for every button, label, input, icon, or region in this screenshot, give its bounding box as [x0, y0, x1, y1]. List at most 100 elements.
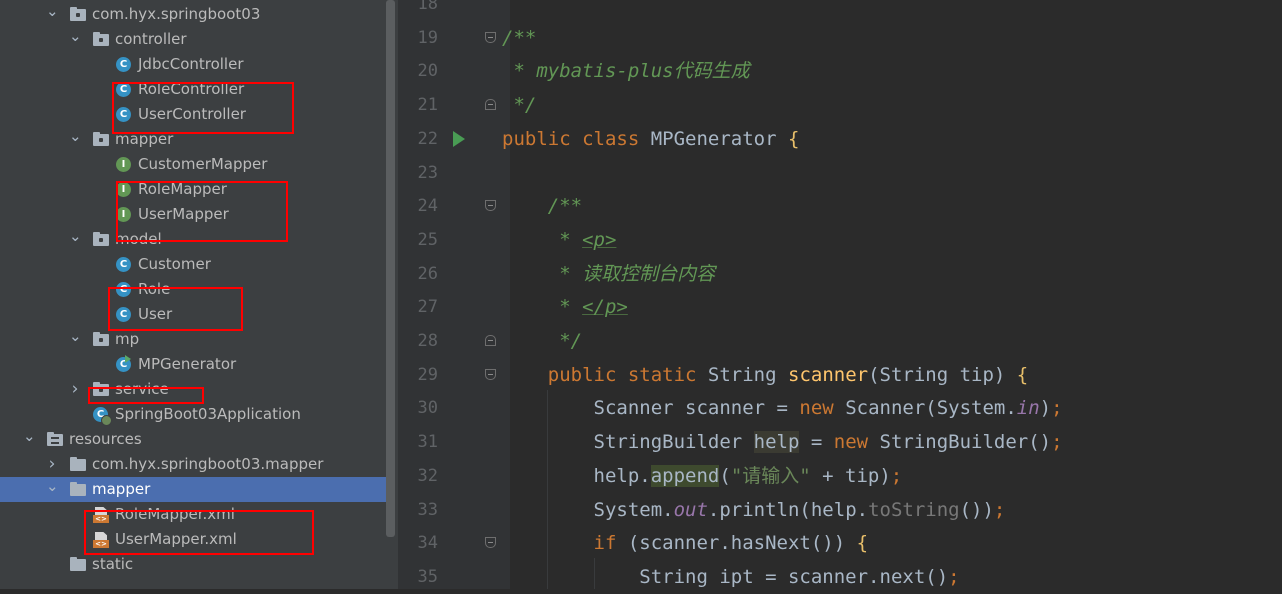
- fold-marker-icon[interactable]: [485, 335, 496, 346]
- class-icon: C: [116, 307, 131, 322]
- tree-item[interactable]: C Customer: [0, 252, 386, 277]
- line-number: 22: [417, 128, 438, 149]
- package-folder-icon: [70, 7, 86, 21]
- tree-item-label: mapper: [92, 480, 151, 498]
- class-icon: C: [116, 257, 131, 272]
- tree-item-label: static: [92, 555, 134, 573]
- tree-item[interactable]: C SpringBoot03Application: [0, 402, 386, 427]
- tree-item-label: mapper: [115, 130, 174, 148]
- indent-guide: [594, 558, 595, 589]
- project-tree[interactable]: ⌄ com.hyx.springboot03 ⌄ controller C JdbcCon…: [0, 0, 386, 589]
- tree-item[interactable]: ⌄ mapper: [0, 477, 386, 502]
- chevron-down-icon[interactable]: ⌄: [69, 127, 82, 152]
- xml-file-icon: <>: [93, 507, 109, 523]
- tree-item-label: mp: [115, 330, 140, 348]
- project-tree-scrollbar-thumb[interactable]: [386, 0, 395, 537]
- tree-item-label: model: [115, 230, 162, 248]
- tree-item[interactable]: ⌄ mp: [0, 327, 386, 352]
- code-line[interactable]: * 读取控制台内容: [502, 257, 715, 291]
- code-line[interactable]: public static String scanner(String tip)…: [502, 358, 1028, 392]
- tree-item-label: resources: [69, 430, 142, 448]
- tree-item[interactable]: C User: [0, 302, 386, 327]
- class-icon: C: [116, 282, 131, 297]
- tree-item-label: User: [138, 305, 173, 323]
- code-line[interactable]: StringBuilder help = new StringBuilder()…: [502, 425, 1063, 459]
- tree-item-label: SpringBoot03Application: [115, 405, 301, 423]
- tree-item-label: RoleController: [138, 80, 245, 98]
- fold-marker-icon[interactable]: [485, 200, 496, 212]
- class-icon: C: [116, 57, 131, 72]
- interface-icon: I: [116, 182, 131, 197]
- tree-item[interactable]: I RoleMapper: [0, 177, 386, 202]
- tree-item[interactable]: ⌄ resources: [0, 427, 386, 452]
- code-line[interactable]: * </p>: [502, 290, 628, 324]
- code-line[interactable]: public class MPGenerator {: [502, 122, 799, 156]
- runnable-class-icon: C: [116, 355, 131, 372]
- tree-item[interactable]: ⌄ mapper: [0, 127, 386, 152]
- folder-icon: [70, 557, 86, 571]
- fold-marker-icon[interactable]: [485, 99, 496, 111]
- tree-item[interactable]: ⌄ com.hyx.springboot03: [0, 2, 386, 27]
- tree-item[interactable]: C JdbcController: [0, 52, 386, 77]
- chevron-down-icon[interactable]: ⌄: [46, 477, 59, 502]
- package-folder-icon: [93, 32, 109, 46]
- tree-item[interactable]: › service: [0, 377, 386, 402]
- tree-item[interactable]: I CustomerMapper: [0, 152, 386, 177]
- tree-item[interactable]: static: [0, 552, 386, 577]
- tree-item-label: RoleMapper: [138, 180, 227, 198]
- line-number: 34: [417, 533, 438, 554]
- tree-item-label: com.hyx.springboot03.mapper: [92, 455, 324, 473]
- tree-item[interactable]: C MPGenerator: [0, 352, 386, 377]
- line-number: 33: [417, 499, 438, 520]
- tree-item[interactable]: I UserMapper: [0, 202, 386, 227]
- code-line[interactable]: System.out.println(help.toString());: [502, 493, 1006, 527]
- chevron-right-icon[interactable]: ›: [46, 452, 58, 477]
- tree-item[interactable]: <> UserMapper.xml: [0, 527, 386, 552]
- code-line[interactable]: help.append("请输入" + tip);: [502, 459, 902, 493]
- tree-item-label: MPGenerator: [138, 355, 237, 373]
- code-line[interactable]: */: [502, 324, 582, 358]
- code-line[interactable]: /**: [502, 21, 536, 55]
- line-number: 27: [417, 297, 438, 318]
- tree-item-label: JdbcController: [138, 55, 244, 73]
- code-line[interactable]: * mybatis-plus代码生成: [502, 54, 749, 88]
- tree-item-label: UserMapper: [138, 205, 229, 223]
- spring-boot-class-icon: C: [93, 407, 112, 426]
- chevron-down-icon[interactable]: ⌄: [46, 2, 59, 27]
- line-number: 23: [417, 162, 438, 183]
- chevron-down-icon[interactable]: ⌄: [69, 227, 82, 252]
- code-line[interactable]: Scanner scanner = new Scanner(System.in)…: [502, 391, 1063, 425]
- tree-item-label: com.hyx.springboot03: [92, 5, 261, 23]
- tree-item[interactable]: › com.hyx.springboot03.mapper: [0, 452, 386, 477]
- fold-marker-icon[interactable]: [485, 31, 496, 43]
- line-number: 28: [417, 331, 438, 351]
- chevron-down-icon[interactable]: ⌄: [69, 27, 82, 52]
- line-number: 26: [417, 263, 438, 284]
- tree-item[interactable]: C RoleController: [0, 77, 386, 102]
- code-line[interactable]: */: [502, 88, 536, 122]
- tree-item-label: controller: [115, 30, 187, 48]
- run-gutter-icon[interactable]: [453, 130, 465, 147]
- line-number: 30: [417, 398, 438, 419]
- code-line[interactable]: if (scanner.hasNext()) {: [502, 526, 869, 560]
- folder-icon: [70, 482, 86, 496]
- fold-marker-icon[interactable]: [485, 537, 496, 549]
- class-icon: C: [116, 82, 131, 97]
- xml-file-icon: <>: [93, 532, 109, 548]
- line-number: 31: [417, 432, 438, 453]
- package-folder-icon: [93, 332, 109, 346]
- package-folder-icon: [93, 382, 109, 396]
- tree-item[interactable]: ⌄ model: [0, 227, 386, 252]
- chevron-down-icon[interactable]: ⌄: [23, 427, 36, 452]
- chevron-down-icon[interactable]: ⌄: [69, 327, 82, 352]
- code-line[interactable]: /**: [502, 189, 582, 223]
- line-number: 25: [417, 229, 438, 250]
- fold-marker-icon[interactable]: [485, 368, 496, 380]
- chevron-right-icon[interactable]: ›: [69, 377, 81, 402]
- tree-item[interactable]: ⌄ controller: [0, 27, 386, 52]
- tree-item[interactable]: C UserController: [0, 102, 386, 127]
- tree-item[interactable]: C Role: [0, 277, 386, 302]
- tree-item-label: Role: [138, 280, 171, 298]
- tree-item[interactable]: <> RoleMapper.xml: [0, 502, 386, 527]
- code-line[interactable]: * <p>: [502, 223, 616, 257]
